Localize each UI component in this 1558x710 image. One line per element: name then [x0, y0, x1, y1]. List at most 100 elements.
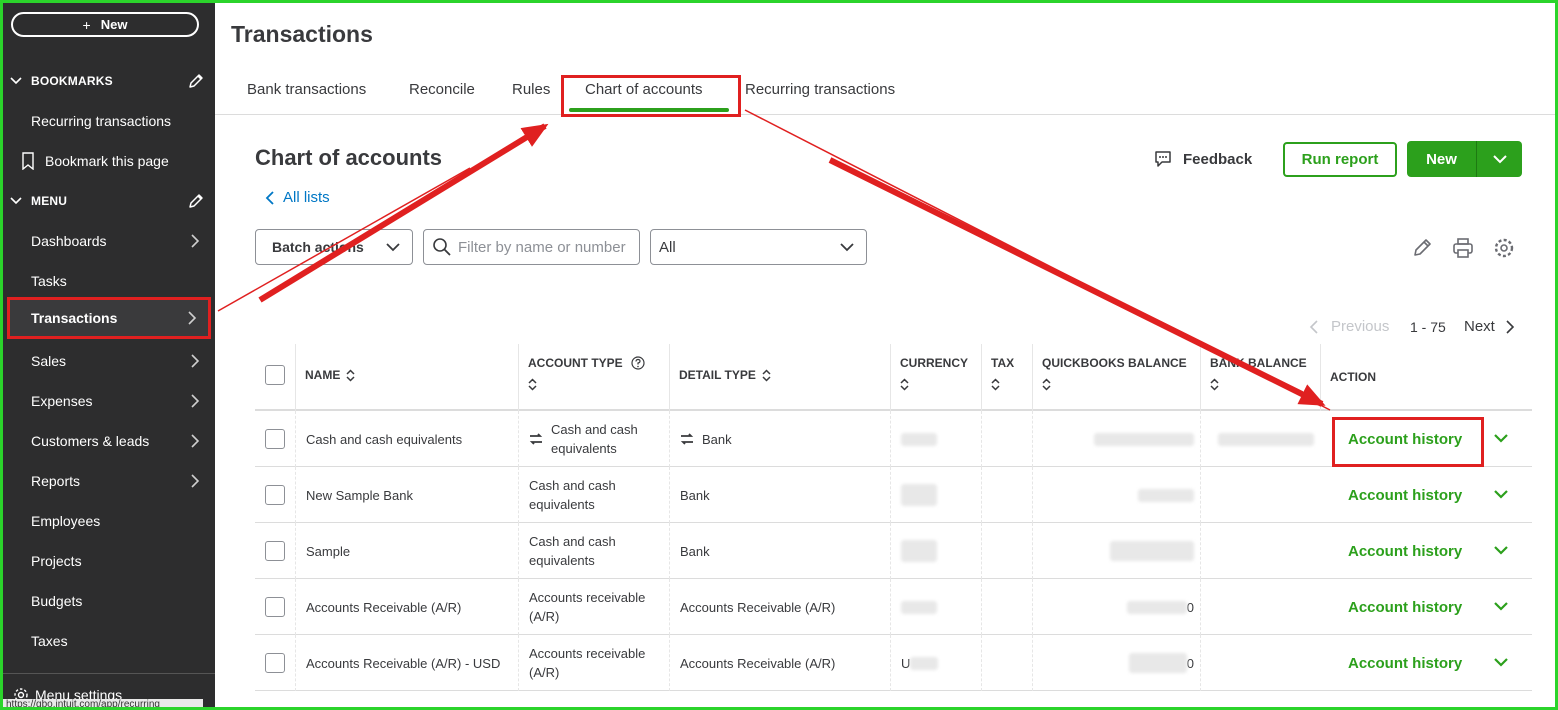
- chevron-right-icon: [191, 434, 200, 448]
- tab-reconcile[interactable]: Reconcile: [409, 81, 475, 98]
- tax-cell: [981, 523, 1032, 579]
- new-account-button[interactable]: New: [1407, 141, 1477, 177]
- new-dropdown-toggle[interactable]: [1477, 141, 1522, 177]
- account-name[interactable]: Cash and cash equivalents: [295, 411, 518, 467]
- sort-icon: [1210, 378, 1219, 391]
- tab-rules[interactable]: Rules: [512, 81, 550, 98]
- chevron-down-icon[interactable]: [1493, 655, 1509, 669]
- currency-cell: [890, 411, 981, 467]
- chevron-down-icon[interactable]: [1493, 599, 1509, 613]
- bank-balance-cell: [1200, 635, 1320, 691]
- detail-type: Accounts Receivable (A/R): [669, 635, 890, 691]
- sidebar-item-transactions[interactable]: Transactions: [7, 297, 211, 339]
- pager-previous-label: Previous: [1331, 318, 1390, 335]
- bookmarks-header[interactable]: BOOKMARKS: [9, 71, 209, 91]
- column-header-detail-type[interactable]: DETAIL TYPE: [669, 344, 890, 411]
- account-name[interactable]: Accounts Receivable (A/R) - USD: [295, 635, 518, 691]
- table-row: New Sample Bank Cash and cash equivalent…: [255, 467, 1532, 523]
- main-content: Transactions Bank transactions Reconcile…: [215, 3, 1555, 707]
- quickbooks-balance-cell: [1032, 411, 1200, 467]
- sidebar-item-projects[interactable]: Projects: [7, 541, 211, 581]
- chevron-down-icon: [840, 243, 854, 252]
- account-history-link[interactable]: Account history: [1348, 635, 1478, 691]
- account-history-link[interactable]: Account history: [1348, 579, 1478, 635]
- sidebar-item-label: Employees: [31, 513, 101, 529]
- account-filter-select[interactable]: All: [650, 229, 867, 265]
- chevron-right-icon: [191, 234, 200, 248]
- sidebar-item-reports[interactable]: Reports: [7, 461, 211, 501]
- pencil-icon[interactable]: [187, 72, 205, 90]
- column-header-label: TAX: [991, 356, 1015, 370]
- detail-type: Accounts Receivable (A/R): [669, 579, 890, 635]
- feedback-button[interactable]: Feedback: [1153, 149, 1252, 169]
- sidebar-new-button[interactable]: + New: [11, 12, 199, 37]
- sidebar-item-label: Budgets: [31, 593, 83, 609]
- sidebar-new-label: New: [100, 17, 128, 32]
- account-name[interactable]: Sample: [295, 523, 518, 579]
- row-checkbox[interactable]: [265, 653, 285, 673]
- menu-header-label: MENU: [31, 194, 68, 208]
- column-header-tax[interactable]: TAX: [981, 344, 1032, 411]
- sidebar-item-label: Customers & leads: [31, 433, 150, 449]
- pencil-icon[interactable]: [1411, 237, 1433, 259]
- row-checkbox[interactable]: [265, 429, 285, 449]
- pencil-icon[interactable]: [187, 192, 205, 210]
- quickbooks-balance-cell: 0: [1032, 579, 1200, 635]
- print-icon[interactable]: [1452, 237, 1474, 259]
- currency-cell: U: [890, 635, 981, 691]
- column-header-currency[interactable]: CURRENCY: [890, 344, 981, 411]
- column-header-label: BANK BALANCE: [1210, 356, 1307, 370]
- pager-next[interactable]: Next: [1464, 318, 1515, 335]
- help-circle-icon[interactable]: [631, 356, 645, 370]
- gear-icon[interactable]: [1493, 237, 1515, 259]
- column-header-bank-balance[interactable]: BANK BALANCE: [1200, 344, 1320, 411]
- sidebar-item-label: Taxes: [31, 633, 68, 649]
- account-type: Cash and cash equivalents: [518, 467, 669, 523]
- sidebar-item-budgets[interactable]: Budgets: [7, 581, 211, 621]
- sidebar-bookmark-this-page[interactable]: Bookmark this page: [7, 141, 211, 181]
- sidebar-item-dashboards[interactable]: Dashboards: [7, 221, 211, 261]
- annotation-box-account-history: [1332, 417, 1484, 467]
- filter-search-input[interactable]: [458, 238, 633, 256]
- column-header-account-type[interactable]: ACCOUNT TYPE: [518, 344, 669, 411]
- chevron-left-icon: [265, 190, 274, 205]
- chevron-down-icon[interactable]: [1493, 543, 1509, 557]
- tab-bank-transactions[interactable]: Bank transactions: [247, 81, 366, 98]
- tax-cell: [981, 635, 1032, 691]
- pager-previous[interactable]: Previous: [1309, 318, 1389, 335]
- sidebar-item-taxes[interactable]: Taxes: [7, 621, 211, 661]
- sidebar-item-label: Expenses: [31, 393, 93, 409]
- menu-header[interactable]: MENU: [9, 191, 209, 211]
- sidebar-item-tasks[interactable]: Tasks: [7, 261, 211, 301]
- all-lists-link[interactable]: All lists: [265, 189, 330, 206]
- select-all-checkbox[interactable]: [265, 365, 285, 385]
- annotation-box-tab: [561, 75, 741, 117]
- chevron-down-icon: [386, 243, 400, 252]
- chevron-down-icon[interactable]: [1493, 487, 1509, 501]
- sidebar-item-sales[interactable]: Sales: [7, 341, 211, 381]
- sort-icon: [1042, 378, 1051, 391]
- sidebar-item-expenses[interactable]: Expenses: [7, 381, 211, 421]
- row-checkbox[interactable]: [265, 485, 285, 505]
- batch-actions-dropdown[interactable]: Batch actions: [255, 229, 413, 265]
- column-header-quickbooks-balance[interactable]: QUICKBOOKS BALANCE: [1032, 344, 1200, 411]
- sidebar-item-employees[interactable]: Employees: [7, 501, 211, 541]
- chevron-down-icon[interactable]: [1493, 431, 1509, 445]
- account-history-link[interactable]: Account history: [1348, 467, 1478, 523]
- chevron-down-icon: [1492, 155, 1507, 164]
- row-checkbox[interactable]: [265, 597, 285, 617]
- new-split-button: New: [1407, 141, 1522, 177]
- row-checkbox[interactable]: [265, 541, 285, 561]
- account-name[interactable]: Accounts Receivable (A/R): [295, 579, 518, 635]
- tab-recurring-transactions[interactable]: Recurring transactions: [745, 81, 895, 98]
- redacted-value: [901, 432, 937, 446]
- sidebar-item-customers-leads[interactable]: Customers & leads: [7, 421, 211, 461]
- column-header-name[interactable]: NAME: [295, 344, 518, 411]
- account-name[interactable]: New Sample Bank: [295, 467, 518, 523]
- sidebar-item-label: Projects: [31, 553, 82, 569]
- run-report-button[interactable]: Run report: [1283, 142, 1397, 177]
- chevron-down-icon: [10, 197, 22, 205]
- chevron-right-icon: [188, 311, 197, 325]
- sidebar-bookmark-recurring-transactions[interactable]: Recurring transactions: [7, 101, 211, 141]
- account-history-link[interactable]: Account history: [1348, 523, 1478, 579]
